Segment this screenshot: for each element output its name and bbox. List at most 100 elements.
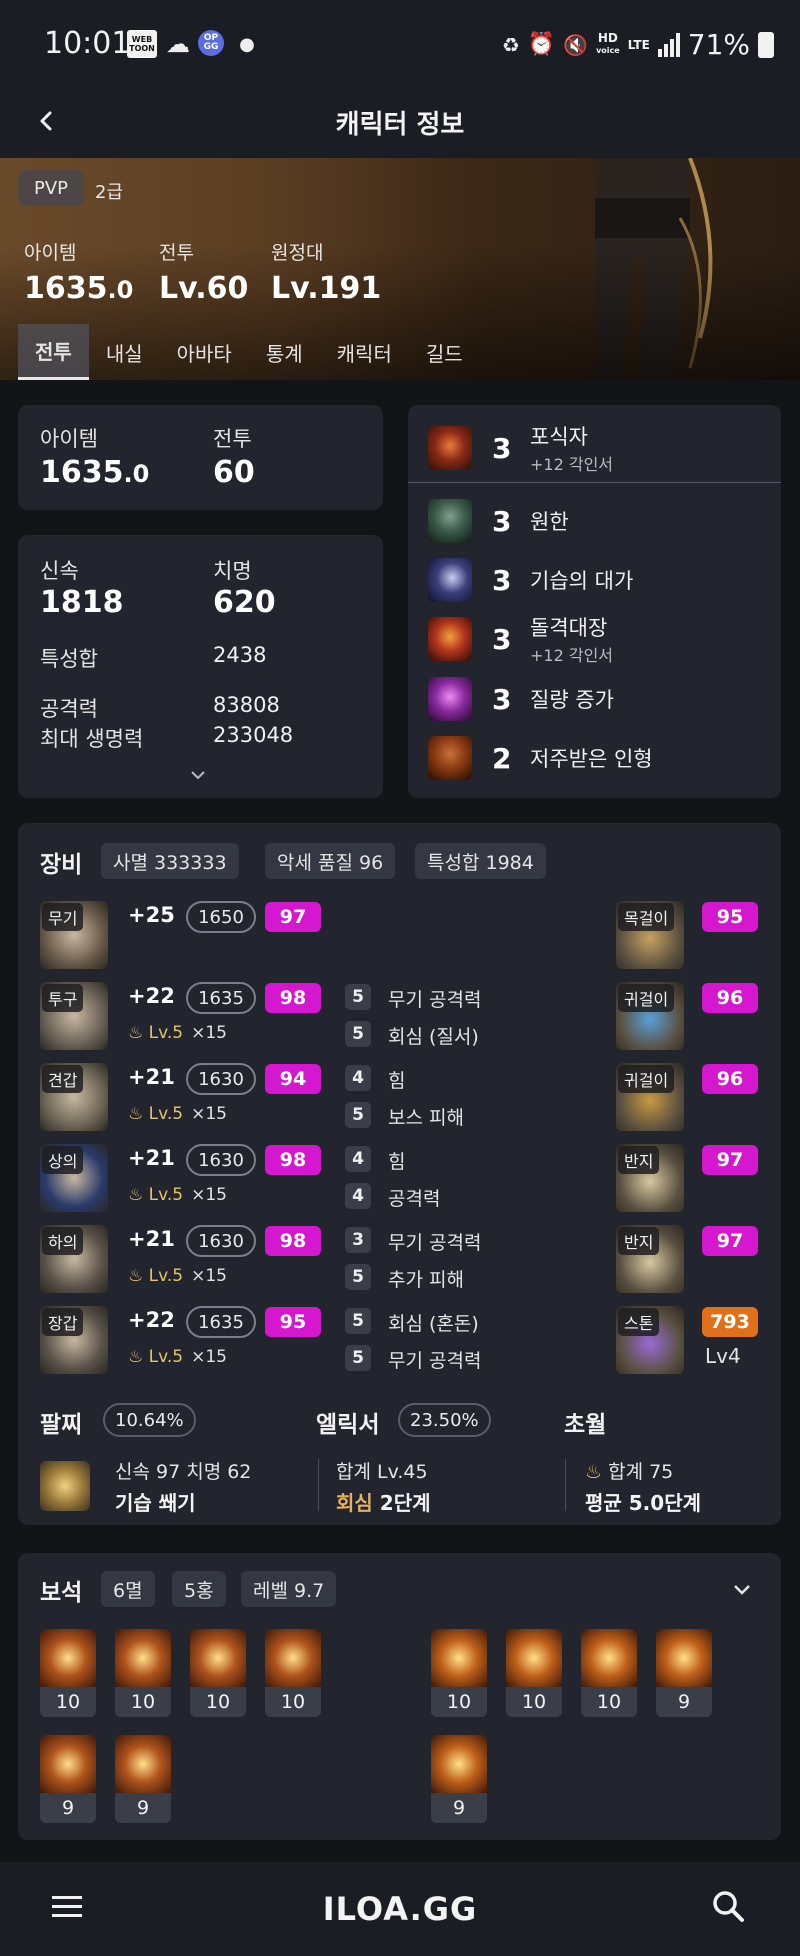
armor-icon[interactable]: 무기 xyxy=(40,901,108,969)
gem-item[interactable]: 10 xyxy=(506,1629,562,1717)
engraving-name: 포식자 xyxy=(530,425,588,449)
quality-badge: 793 xyxy=(702,1307,758,1337)
battery-icon xyxy=(758,31,774,58)
armor-slot-label: 상의 xyxy=(42,1146,84,1174)
accessory-icon[interactable]: 반지 xyxy=(616,1144,684,1212)
doom-gem-icon xyxy=(115,1629,171,1687)
accessory-icon[interactable]: 반지 xyxy=(616,1225,684,1293)
gem-level: 10 xyxy=(40,1687,96,1717)
swiftness-value: 1818 xyxy=(40,585,124,620)
tab-guild[interactable]: 길드 xyxy=(409,324,480,380)
status-bar: 10:01 WEB TOON ☁ OP GG ● ♻ ⏰ 🔇 HD voice LTE… xyxy=(0,0,800,86)
expand-gems-button[interactable] xyxy=(730,1577,754,1605)
engraving-name: 질량 증가 xyxy=(530,688,614,712)
engraving-name: 원한 xyxy=(530,510,569,534)
gem-level: 10 xyxy=(581,1687,637,1717)
hero-combat-level-label: 전투 xyxy=(159,242,194,264)
accessory-icon[interactable]: 스톤 xyxy=(616,1306,684,1374)
gem-item[interactable]: 10 xyxy=(431,1629,487,1717)
chevron-down-icon xyxy=(191,771,205,780)
engraving-item[interactable]: 2 저주받은 인형 xyxy=(428,732,653,784)
crimson-gem-icon xyxy=(506,1629,562,1687)
engraving-item[interactable]: 3 원한 xyxy=(428,495,569,547)
armor-item-level: 1630 xyxy=(186,1225,256,1257)
elixir-name: 보스 피해 xyxy=(388,1107,464,1129)
gem-item[interactable]: 10 xyxy=(40,1629,96,1717)
gem-item[interactable]: 9 xyxy=(656,1629,712,1717)
hero-item-level-value: 1635.0 xyxy=(24,271,134,306)
elixir-level: 5 xyxy=(345,1021,371,1047)
flame-icon: ♨ xyxy=(128,1185,144,1205)
accessory-quality-chip: 악세 품질 96 xyxy=(265,843,396,879)
flame-icon: ♨ xyxy=(128,1347,144,1367)
tab-stats[interactable]: 통계 xyxy=(249,324,320,380)
status-icons-right: ♻ ⏰ 🔇 HD voice LTE 71% xyxy=(502,28,774,61)
engraving-item[interactable]: 3 질량 증가 xyxy=(428,673,614,725)
tab-characters[interactable]: 캐릭터 xyxy=(320,324,409,380)
gem-item[interactable]: 9 xyxy=(115,1735,171,1823)
gem-item[interactable]: 10 xyxy=(190,1629,246,1717)
crimson-gem-icon xyxy=(581,1629,637,1687)
armor-icon[interactable]: 장갑 xyxy=(40,1306,108,1374)
accessory-icon[interactable]: 목걸이 xyxy=(616,901,684,969)
doom-gem-icon xyxy=(190,1629,246,1687)
elixir-name: 힘 xyxy=(388,1070,406,1092)
engraving-item[interactable]: 3 기습의 대가 xyxy=(428,554,633,606)
engraving-name: 저주받은 인형 xyxy=(530,747,653,771)
transcend-info: ♨ Lv.5 ×15 xyxy=(128,1185,227,1205)
hero-roster-level-label: 원정대 xyxy=(271,242,324,264)
combat-level-label: 전투 xyxy=(213,427,252,451)
gems-title: 보석 xyxy=(40,1580,83,1606)
gem-item[interactable]: 9 xyxy=(431,1735,487,1823)
bottom-bar: ILOA.GG xyxy=(0,1862,800,1956)
elixir-name: 추가 피해 xyxy=(388,1269,464,1291)
gem-item[interactable]: 10 xyxy=(115,1629,171,1717)
quality-badge: 97 xyxy=(702,1226,758,1256)
engraving-item[interactable]: 3 돌격대장 +12 각인서 xyxy=(428,613,613,665)
doom-gem-icon xyxy=(40,1735,96,1793)
accessory-icon[interactable]: 귀걸이 xyxy=(616,1063,684,1131)
search-button[interactable] xyxy=(710,1888,746,1928)
summary-divider xyxy=(565,1459,566,1511)
hd-voice-icon: HD voice xyxy=(596,31,620,55)
app-header: 캐릭터 정보 xyxy=(0,86,800,158)
app-logo[interactable]: ILOA.GG xyxy=(0,1890,800,1928)
page-title: 캐릭터 정보 xyxy=(335,110,465,140)
gem-item[interactable]: 10 xyxy=(265,1629,321,1717)
elixir-name: 공격력 xyxy=(388,1188,441,1210)
engraving-sub: +12 각인서 xyxy=(530,646,614,665)
set-chip: 사멸 333333 xyxy=(101,843,239,879)
gem-level: 9 xyxy=(431,1793,487,1823)
doom-gem-icon xyxy=(265,1629,321,1687)
expand-stats-button[interactable] xyxy=(188,767,208,786)
quality-badge: 96 xyxy=(702,1064,758,1094)
tab-inner[interactable]: 내실 xyxy=(89,324,160,380)
armor-icon[interactable]: 견갑 xyxy=(40,1063,108,1131)
stat-total-label: 특성합 xyxy=(40,647,98,671)
armor-icon[interactable]: 상의 xyxy=(40,1144,108,1212)
armor-slot-label: 무기 xyxy=(42,903,84,931)
item-level-value: 1635.0 xyxy=(40,455,150,490)
armor-icon[interactable]: 하의 xyxy=(40,1225,108,1293)
accessory-slot-label: 귀걸이 xyxy=(618,1065,675,1093)
mass-increase-engraving-icon xyxy=(428,677,472,721)
armor-icon[interactable]: 투구 xyxy=(40,982,108,1050)
quality-badge: 96 xyxy=(702,983,758,1013)
stat-total-value: 2438 xyxy=(213,643,267,667)
engraving-level: 3 xyxy=(492,563,512,597)
accessory-icon[interactable]: 귀걸이 xyxy=(616,982,684,1050)
bracelet-percent: 10.64% xyxy=(103,1403,196,1437)
tab-combat[interactable]: 전투 xyxy=(18,324,89,380)
engraving-divider xyxy=(408,482,781,483)
tab-avatar[interactable]: 아바타 xyxy=(160,324,249,380)
transcend-total: ♨ 합계 75 xyxy=(585,1461,674,1483)
tab-bar: 전투 내실 아바타 통계 캐릭터 길드 xyxy=(18,324,480,380)
gem-item[interactable]: 9 xyxy=(40,1735,96,1823)
gem-item[interactable]: 10 xyxy=(581,1629,637,1717)
crimson-gem-icon xyxy=(431,1629,487,1687)
signal-icon xyxy=(657,32,680,57)
max-hp-value: 233048 xyxy=(213,723,294,747)
quality-badge: 94 xyxy=(265,1064,321,1094)
engraving-level: 3 xyxy=(492,682,512,716)
engraving-item[interactable]: 3 포식자 +12 각인서 xyxy=(428,422,613,474)
